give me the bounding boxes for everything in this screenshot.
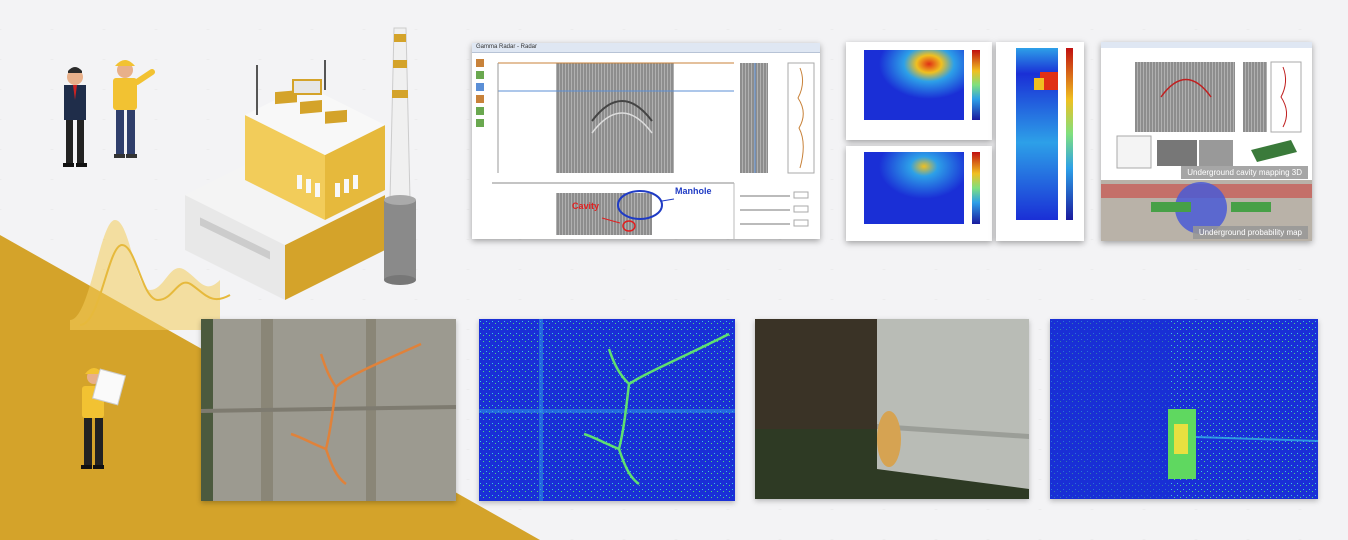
damage-region xyxy=(877,411,901,467)
window-titlebar: Gamma Radar - Radar xyxy=(472,43,820,53)
colorbar-bottom xyxy=(972,152,980,224)
toolbar-icons xyxy=(476,59,484,127)
gpr-viewer-content xyxy=(476,59,815,239)
depth-slice-top xyxy=(846,42,992,140)
radargram-main xyxy=(556,63,674,173)
worker-icon xyxy=(113,60,155,158)
heatmap-top xyxy=(864,50,964,120)
inspector-icon xyxy=(81,368,127,469)
radargram-lower xyxy=(556,193,652,235)
gpr-viewer-window: Gamma Radar - Radar Manhole Cavity xyxy=(472,43,820,239)
depth-profile-panel xyxy=(996,42,1084,241)
cavity-mapping-caption: Underground cavity mapping 3D xyxy=(1181,166,1308,179)
heatmap-bottom xyxy=(864,152,964,224)
mapping-radargram xyxy=(1135,62,1235,132)
window-title: Gamma Radar - Radar xyxy=(476,44,538,50)
settings-sliders xyxy=(740,191,809,227)
cavity-mapping-panel: Underground cavity mapping 3D Undergroun… xyxy=(1101,42,1312,241)
crack-photo xyxy=(201,319,456,501)
spalling-photo xyxy=(755,319,1029,499)
chimney-icon xyxy=(384,27,416,285)
manhole-label: Manhole xyxy=(675,186,712,196)
depth-slice-bottom xyxy=(846,146,992,241)
colorbar-profile xyxy=(1066,48,1073,220)
colorbar-top xyxy=(972,50,980,120)
probability-map-caption: Underground probability map xyxy=(1192,226,1308,239)
crack-detection-map xyxy=(479,319,735,501)
cavity-label: Cavity xyxy=(572,201,600,211)
damage-detection-map xyxy=(1050,319,1318,499)
